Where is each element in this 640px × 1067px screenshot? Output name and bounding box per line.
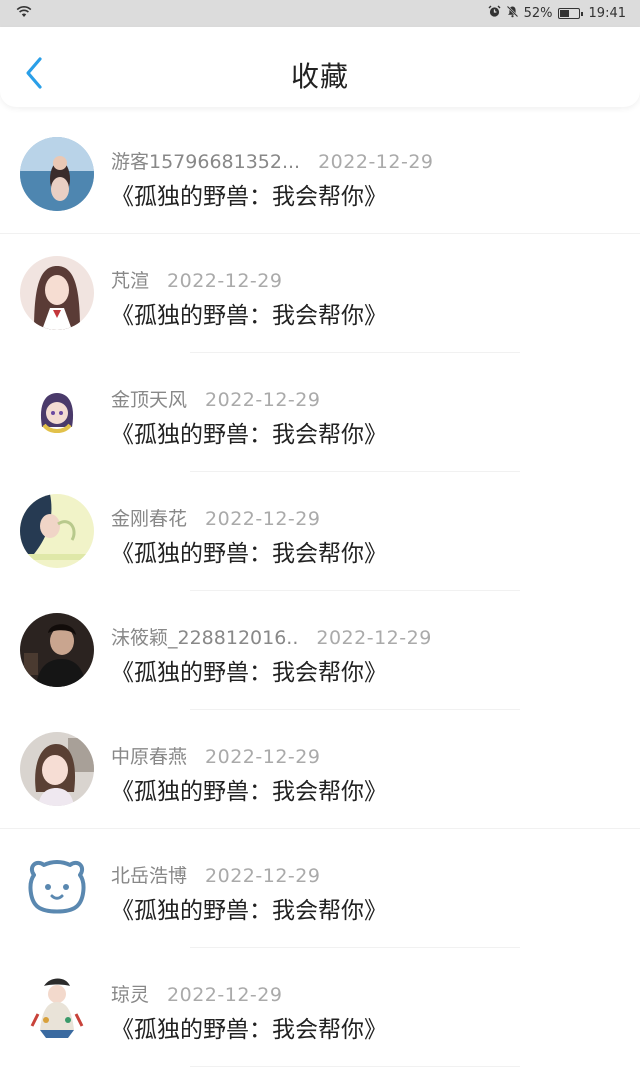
user-avatar[interactable] [20, 494, 94, 568]
wifi-icon [16, 5, 32, 22]
favorite-date: 2022-12-29 [318, 151, 434, 173]
mute-icon [506, 5, 519, 22]
book-title[interactable]: 《孤独的野兽：我会帮你》 [111, 177, 387, 211]
list-item[interactable]: 沫筱颖_228812016.. 2022-12-29 《孤独的野兽：我会帮你》 [0, 591, 640, 710]
user-avatar[interactable] [20, 970, 94, 1044]
user-avatar[interactable] [20, 613, 94, 687]
user-avatar[interactable] [20, 732, 94, 806]
user-name: 芃渲 [111, 270, 150, 292]
status-bar: 52% 19:41 [0, 0, 640, 27]
favorite-date: 2022-12-29 [205, 865, 321, 887]
header-bar: 收藏 [0, 27, 640, 107]
favorite-date: 2022-12-29 [205, 508, 321, 530]
book-title[interactable]: 《孤独的野兽：我会帮你》 [111, 891, 387, 925]
name-date-row: 琼灵 2022-12-29 [111, 980, 282, 1007]
status-left [16, 5, 32, 22]
battery-level-fill [559, 10, 569, 17]
favorite-date: 2022-12-29 [316, 627, 432, 649]
name-date-row: 金刚春花 2022-12-29 [111, 504, 320, 531]
book-title[interactable]: 《孤独的野兽：我会帮你》 [111, 772, 387, 806]
alarm-icon [488, 5, 501, 22]
list-item[interactable]: 北岳浩博 2022-12-29 《孤独的野兽：我会帮你》 [0, 829, 640, 948]
book-title[interactable]: 《孤独的野兽：我会帮你》 [111, 1010, 387, 1044]
battery-percent: 52% [523, 6, 553, 21]
list-item[interactable]: 游客15796681352... 2022-12-29 《孤独的野兽：我会帮你》 [0, 115, 640, 234]
user-avatar[interactable] [20, 375, 94, 449]
book-title[interactable]: 《孤独的野兽：我会帮你》 [111, 653, 387, 687]
list-item[interactable]: 中原春燕 2022-12-29 《孤独的野兽：我会帮你》 [0, 710, 640, 829]
list-item[interactable]: 金刚春花 2022-12-29 《孤独的野兽：我会帮你》 [0, 472, 640, 591]
book-title[interactable]: 《孤独的野兽：我会帮你》 [111, 415, 387, 449]
user-avatar[interactable] [20, 137, 94, 211]
favorite-date: 2022-12-29 [205, 746, 321, 768]
list-item[interactable]: 芃渲 2022-12-29 《孤独的野兽：我会帮你》 [0, 234, 640, 353]
user-name: 金顶天风 [111, 389, 188, 411]
user-name: 金刚春花 [111, 508, 188, 530]
favorite-date: 2022-12-29 [167, 270, 283, 292]
user-name: 北岳浩博 [111, 865, 188, 887]
favorite-date: 2022-12-29 [205, 389, 321, 411]
user-name: 琼灵 [111, 984, 150, 1006]
name-date-row: 北岳浩博 2022-12-29 [111, 861, 320, 888]
name-date-row: 金顶天风 2022-12-29 [111, 385, 320, 412]
user-name: 游客15796681352... [111, 151, 301, 173]
list-item[interactable]: 金顶天风 2022-12-29 《孤独的野兽：我会帮你》 [0, 353, 640, 472]
user-avatar[interactable] [20, 256, 94, 330]
user-name: 沫筱颖_228812016.. [111, 627, 299, 649]
page-title: 收藏 [290, 60, 349, 93]
battery-icon [557, 8, 583, 19]
name-date-row: 沫筱颖_228812016.. 2022-12-29 [111, 623, 432, 650]
list-item[interactable]: 琼灵 2022-12-29 《孤独的野兽：我会帮你》 [0, 948, 640, 1067]
favorites-list: 游客15796681352... 2022-12-29 《孤独的野兽：我会帮你》… [0, 115, 640, 1067]
name-date-row: 游客15796681352... 2022-12-29 [111, 147, 434, 174]
favorite-date: 2022-12-29 [167, 984, 283, 1006]
status-right: 52% 19:41 [488, 5, 626, 22]
name-date-row: 中原春燕 2022-12-29 [111, 742, 320, 769]
bear-icon [20, 851, 94, 925]
user-name: 中原春燕 [111, 746, 188, 768]
name-date-row: 芃渲 2022-12-29 [111, 266, 282, 293]
user-avatar[interactable] [20, 851, 94, 925]
status-time: 19:41 [588, 6, 626, 21]
book-title[interactable]: 《孤独的野兽：我会帮你》 [111, 296, 387, 330]
book-title[interactable]: 《孤独的野兽：我会帮你》 [111, 534, 387, 568]
